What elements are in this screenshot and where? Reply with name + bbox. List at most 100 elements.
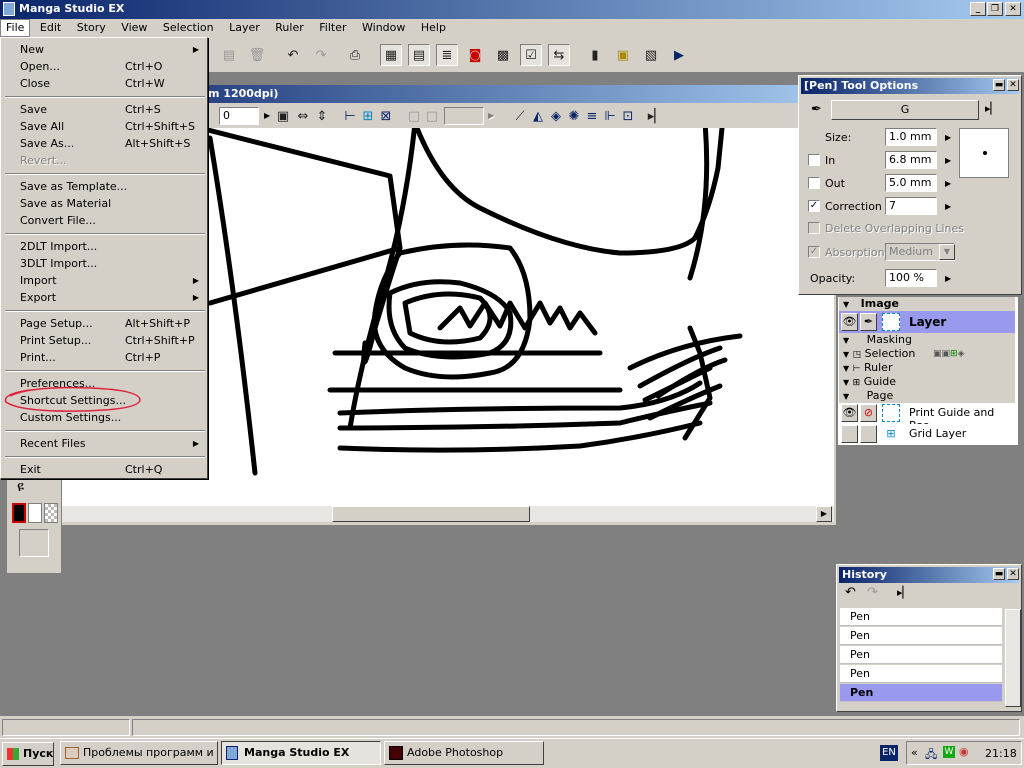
guide-icon[interactable]: ⊡	[620, 105, 636, 127]
close-button[interactable]: ✕	[1005, 2, 1021, 16]
story-icon[interactable]: ▮	[584, 44, 606, 66]
task-photoshop[interactable]: Adobe Photoshop	[384, 741, 544, 765]
layer-row-print-guide[interactable]: 👁 ⊘ Print Guide and Bas...	[839, 403, 1015, 432]
stamp1-icon[interactable]: □	[406, 105, 422, 127]
frame-icon[interactable]: ⊩	[602, 105, 618, 127]
start-button[interactable]: Пуск	[2, 742, 54, 766]
layer-row-layer[interactable]: 👁 ✒ Layer	[839, 311, 1015, 333]
snap-icon[interactable]: ⊠	[378, 105, 394, 127]
grid-lock-icon[interactable]	[860, 425, 877, 443]
menu-edit[interactable]: Edit	[34, 19, 67, 37]
out-arrow-icon[interactable]: ▶	[945, 179, 951, 188]
delete-overlapping-checkbox[interactable]	[808, 222, 820, 234]
history-undo-icon[interactable]: ↶	[845, 585, 856, 600]
menu-selection[interactable]: Selection	[157, 19, 220, 37]
in-checkbox[interactable]	[808, 154, 820, 166]
size-field[interactable]: 1.0 mm	[885, 128, 937, 146]
scroll-right-button[interactable]: ▶	[816, 506, 832, 522]
menu-item-page-setup[interactable]: Page Setup... Alt+Shift+P	[5, 315, 205, 332]
network-icon[interactable]: 🖧	[925, 746, 937, 765]
fit-page-icon[interactable]: ▣	[275, 105, 291, 127]
layer-palette-icon[interactable]: ≣	[436, 44, 458, 66]
vanish-icon[interactable]: ◭	[530, 105, 546, 127]
tray-app-icon[interactable]: W	[943, 746, 955, 758]
tools-palette-icon[interactable]: ▦	[380, 44, 402, 66]
history-palette-icon[interactable]: ⇆	[548, 44, 570, 66]
focus-icon[interactable]: ✺	[566, 105, 582, 127]
history-item-selected[interactable]: Pen	[840, 684, 1002, 702]
history-item[interactable]: Pen	[840, 627, 1002, 645]
zoom-arrow-icon[interactable]: ▶	[264, 111, 270, 120]
menu-item-save-as-material[interactable]: Save as Material	[5, 195, 205, 212]
layer-pen-icon[interactable]: ✒	[860, 313, 877, 331]
correction-arrow-icon[interactable]: ▶	[945, 202, 951, 211]
horizontal-scrollbar[interactable]: ▶	[60, 506, 834, 522]
ruler-icon[interactable]: ⊢	[342, 105, 358, 127]
tray-expand-icon[interactable]: «	[911, 746, 918, 759]
menu-item-3dlt-import[interactable]: 3DLT Import...	[5, 255, 205, 272]
grid-icon[interactable]: ⊞	[360, 105, 376, 127]
zoom-field[interactable]: 0	[219, 107, 259, 125]
properties-icon[interactable]: ☑	[520, 44, 542, 66]
delete-icon[interactable]: 🗑	[246, 44, 268, 66]
print-guide-lock-icon[interactable]: ⊘	[860, 404, 877, 422]
history-item[interactable]: Pen	[840, 646, 1002, 664]
history-close-button[interactable]: ✕	[1007, 568, 1019, 580]
menu-help[interactable]: Help	[415, 19, 452, 37]
scrollbar-thumb[interactable]	[332, 506, 530, 522]
tool-options-close-button[interactable]: ✕	[1007, 79, 1019, 91]
history-menu-icon[interactable]: ▸▏	[897, 586, 911, 599]
toolbar-menu-icon[interactable]: ▸▏	[648, 105, 665, 127]
restore-button[interactable]: ❐	[987, 2, 1003, 16]
menu-item-2dlt-import[interactable]: 2DLT Import...	[5, 238, 205, 255]
menu-item-print-setup[interactable]: Print Setup... Ctrl+Shift+P	[5, 332, 205, 349]
task-browser[interactable]: Проблемы программ и р...	[60, 741, 218, 765]
minimize-button[interactable]: _	[970, 2, 986, 16]
layer-group-image[interactable]: ▼ Image	[839, 297, 1015, 311]
grid-eye-icon[interactable]	[841, 425, 858, 443]
in-field[interactable]: 6.8 mm	[885, 151, 937, 169]
fit-height-icon[interactable]: ⇕	[314, 105, 330, 127]
layer-group-page[interactable]: ▼ Page	[839, 389, 1015, 403]
opacity-field[interactable]: 100 %	[885, 269, 937, 287]
out-checkbox[interactable]	[808, 177, 820, 189]
menu-window[interactable]: Window	[356, 19, 411, 37]
menu-layer[interactable]: Layer	[223, 19, 266, 37]
selection-tools-icon[interactable]: ▣▣⊞◈	[933, 347, 964, 361]
transparent-color-swatch[interactable]	[44, 503, 58, 523]
materials-icon[interactable]: ▣	[612, 44, 634, 66]
layer-group-masking[interactable]: ▼ Masking	[839, 333, 1015, 347]
preset-menu-icon[interactable]: ▸▏	[985, 102, 999, 115]
tool-options-minimize-button[interactable]: ▬	[993, 79, 1005, 91]
grayscale-icon[interactable]: ▧	[640, 44, 662, 66]
opacity-arrow-icon[interactable]: ▶	[945, 274, 951, 283]
menu-item-close[interactable]: Close Ctrl+W	[5, 75, 205, 92]
menu-story[interactable]: Story	[71, 19, 112, 37]
in-arrow-icon[interactable]: ▶	[945, 156, 951, 165]
perspective-icon[interactable]: ⟋	[512, 105, 528, 127]
menu-item-recent-files[interactable]: Recent Files ▶	[5, 435, 205, 452]
menu-item-save-as-template[interactable]: Save as Template...	[5, 178, 205, 195]
tones-icon[interactable]: ▩	[492, 44, 514, 66]
3d-icon[interactable]: ◈	[548, 105, 564, 127]
correction-checkbox[interactable]: ✓	[808, 200, 820, 212]
history-item[interactable]: Pen	[840, 665, 1002, 683]
correction-field[interactable]: 7	[885, 197, 937, 215]
menu-ruler[interactable]: Ruler	[269, 19, 309, 37]
size-arrow-icon[interactable]: ▶	[945, 133, 951, 142]
menu-item-print[interactable]: Print... Ctrl+P	[5, 349, 205, 366]
print-icon[interactable]: ⎙	[344, 44, 366, 66]
menu-view[interactable]: View	[115, 19, 153, 37]
undo-icon[interactable]: ↶	[282, 44, 304, 66]
menu-item-import[interactable]: Import ▶	[5, 272, 205, 289]
layer-group-ruler[interactable]: ▼ ⊢ Ruler	[839, 361, 1015, 375]
history-minimize-button[interactable]: ▬	[993, 568, 1005, 580]
layer-group-selection[interactable]: ▼ ◳ Selection ▣▣⊞◈	[839, 347, 1015, 361]
menu-item-export[interactable]: Export ▶	[5, 289, 205, 306]
history-item[interactable]: Pen	[840, 608, 1002, 626]
black-color-swatch[interactable]	[12, 503, 26, 523]
fit-width-icon[interactable]: ⇔	[295, 105, 311, 127]
print-guide-eye-icon[interactable]: 👁	[841, 404, 858, 422]
menu-item-new[interactable]: New ▶	[5, 41, 205, 58]
tray-globe-icon[interactable]: ◉	[959, 745, 969, 758]
